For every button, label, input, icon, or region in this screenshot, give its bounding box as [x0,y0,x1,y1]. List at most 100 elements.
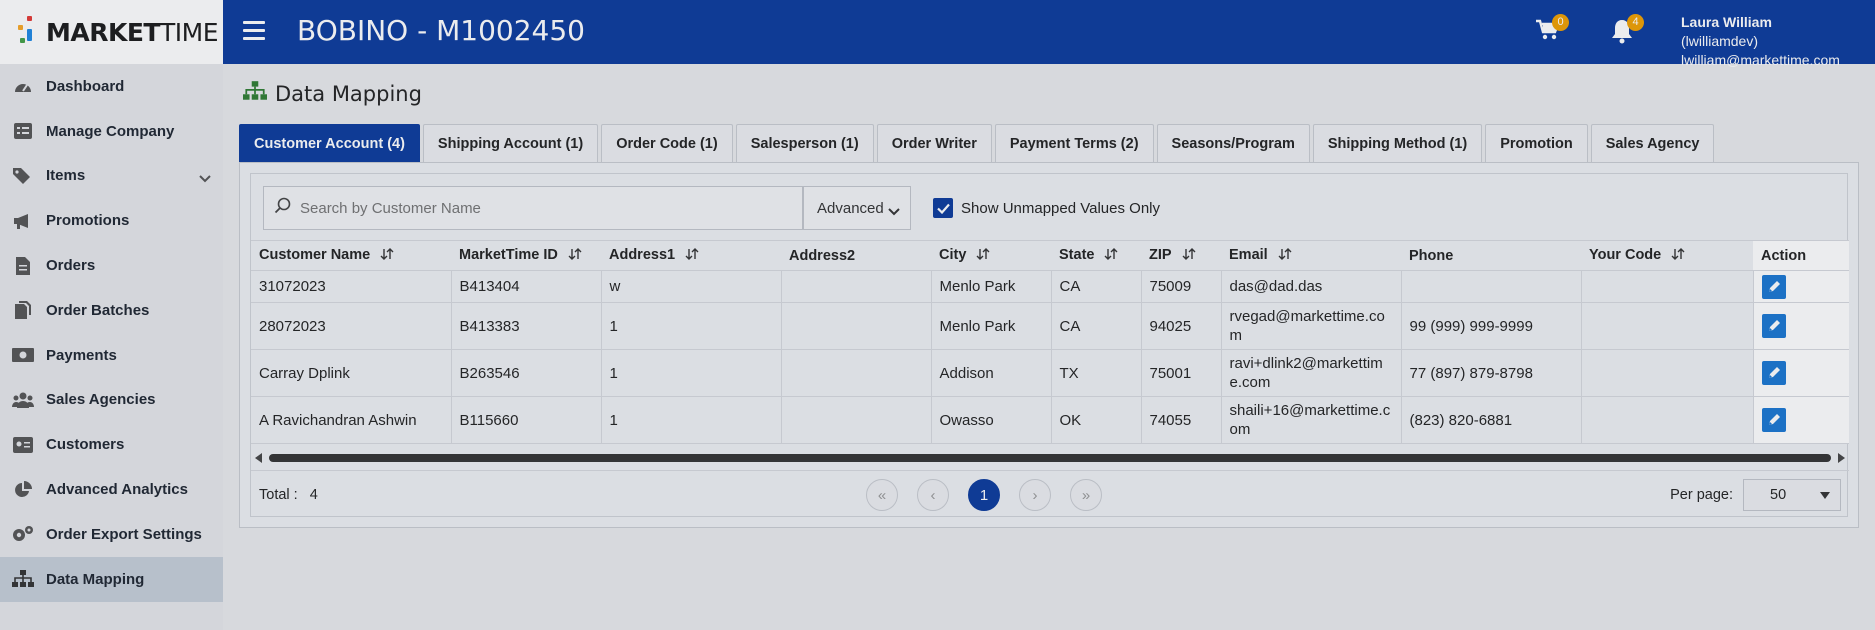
user-name: Laura William [1681,14,1772,30]
pie-chart-icon [12,480,34,499]
column-header[interactable]: State [1051,240,1141,271]
cell-state: CA [1051,270,1142,303]
sort-icon[interactable] [1278,247,1292,264]
customer-mapping-grid: Customer Name MarketTime ID Address1 Add… [251,240,1849,444]
scroll-left-icon[interactable] [255,453,262,463]
scroll-right-icon[interactable] [1838,453,1845,463]
total-count: Total : 4 [259,487,318,503]
file-icon [12,256,34,275]
prev-page-button[interactable]: ‹ [917,479,949,511]
show-unmapped-toggle[interactable]: Show Unmapped Values Only [933,198,1160,218]
sort-icon[interactable] [380,247,394,264]
page-button-current[interactable]: 1 [968,479,1000,511]
column-header[interactable]: Customer Name [251,240,451,271]
tab-shipping-method[interactable]: Shipping Method (1) [1312,124,1483,162]
cart-count-badge: 0 [1552,14,1569,31]
column-header[interactable]: City [931,240,1051,271]
tab-shipping-account[interactable]: Shipping Account (1) [422,124,599,162]
cell-markettime-id: B413383 [451,302,602,350]
tab-salesperson[interactable]: Salesperson (1) [735,124,874,162]
tab-promotion[interactable]: Promotion [1485,124,1588,162]
sidebar-item-sales-agencies[interactable]: Sales Agencies [0,378,223,423]
sidebar-item-label: Advanced Analytics [46,481,188,499]
sort-icon[interactable] [1182,247,1196,264]
table-row[interactable]: A Ravichandran Ashwin B115660 1 Owasso O… [251,396,1849,444]
edit-button[interactable] [1761,274,1786,299]
total-value: 4 [309,487,318,503]
sidebar-item-data-mapping[interactable]: Data Mapping [0,556,223,602]
table-row[interactable]: 28072023 B413383 1 Menlo Park CA 94025 r… [251,302,1849,350]
cell-email: ravi+dlink2@markettime.com [1221,349,1402,397]
menu-toggle-button[interactable] [243,21,265,41]
cell-address2 [781,270,932,303]
cell-customer-name: 28072023 [251,302,452,350]
megaphone-icon [12,212,34,230]
sidebar-item-customers[interactable]: Customers [0,422,223,467]
sidebar-item-order-export-settings[interactable]: Order Export Settings [0,512,223,557]
gauge-icon [12,77,34,95]
next-page-button[interactable]: › [1019,479,1051,511]
chevron-right-icon: › [1032,486,1038,504]
tab-customer-account[interactable]: Customer Account (4) [239,124,420,162]
table-row[interactable]: 31072023 B413404 w Menlo Park CA 75009 d… [251,270,1849,303]
column-header[interactable]: Address1 [601,240,781,271]
sort-icon[interactable] [685,247,699,264]
last-page-button[interactable]: » [1070,479,1102,511]
sidebar-item-order-batches[interactable]: Order Batches [0,288,223,333]
column-header-label: State [1059,247,1095,264]
cell-action [1753,396,1849,444]
column-header[interactable]: Your Code [1581,240,1753,271]
tab-order-code[interactable]: Order Code (1) [601,124,733,162]
double-chevron-right-icon: » [1081,486,1091,504]
column-header-label: Customer Name [259,247,371,264]
cell-zip: 94025 [1141,302,1222,350]
column-header[interactable]: MarketTime ID [451,240,601,271]
notifications-button[interactable]: 4 [1610,14,1644,48]
edit-button[interactable] [1761,408,1786,432]
sidebar-item-orders[interactable]: Orders [0,243,223,288]
list-icon [12,122,34,140]
sidebar-item-advanced-analytics[interactable]: Advanced Analytics [0,467,223,512]
sidebar-item-dashboard[interactable]: Dashboard [0,64,223,109]
column-header[interactable]: ZIP [1141,240,1221,271]
sort-icon[interactable] [1671,247,1685,264]
sidebar-item-label: Promotions [46,212,130,230]
edit-button[interactable] [1761,361,1786,385]
cell-address2 [781,396,932,444]
cell-markettime-id: B263546 [451,349,602,397]
top-bar: MARKETTIME BOBINO - M1002450 0 4 Laura W… [0,0,1875,68]
table-row[interactable]: Carray Dplink B263546 1 Addison TX 75001… [251,349,1849,397]
grid-footer: Total : 4 « ‹ 1 › » Per page: 50 [251,470,1849,518]
tab-order-writer[interactable]: Order Writer [876,124,992,162]
sidebar-item-promotions[interactable]: Promotions [0,198,223,243]
sort-icon[interactable] [976,247,990,264]
first-page-button[interactable]: « [866,479,898,511]
per-page-select[interactable]: 50 [1743,479,1841,511]
column-header-label: Your Code [1589,247,1662,264]
tab-sales-agency[interactable]: Sales Agency [1590,124,1715,162]
scrollbar-thumb[interactable] [269,454,1831,462]
sidebar-item-payments[interactable]: Payments [0,333,223,378]
column-header[interactable]: Email [1221,240,1401,271]
files-icon [12,301,34,320]
sidebar-item-manage-company[interactable]: Manage Company [0,109,223,154]
edit-button[interactable] [1761,314,1786,338]
advanced-dropdown[interactable]: Advanced [803,186,911,230]
sort-icon[interactable] [1104,247,1118,264]
show-unmapped-checkbox[interactable] [933,198,953,218]
cell-state: CA [1051,302,1142,350]
cell-state: TX [1051,349,1142,397]
column-header: Action [1753,240,1849,271]
horizontal-scrollbar[interactable] [255,451,1845,465]
cart-button[interactable]: 0 [1535,14,1569,48]
id-card-icon [12,436,34,454]
search-input[interactable] [292,187,802,229]
tab-payment-terms[interactable]: Payment Terms (2) [994,124,1154,162]
sort-icon[interactable] [568,247,582,264]
sidebar-item-items[interactable]: Items [0,154,223,199]
user-menu[interactable]: Laura William (lwilliamdev) lwilliam@mar… [1681,13,1851,70]
logo[interactable]: MARKETTIME [0,0,223,64]
tab-seasons-program[interactable]: Seasons/Program [1156,124,1310,162]
sidebar-item-label: Manage Company [46,122,175,140]
page-title-text: Data Mapping [275,81,422,106]
